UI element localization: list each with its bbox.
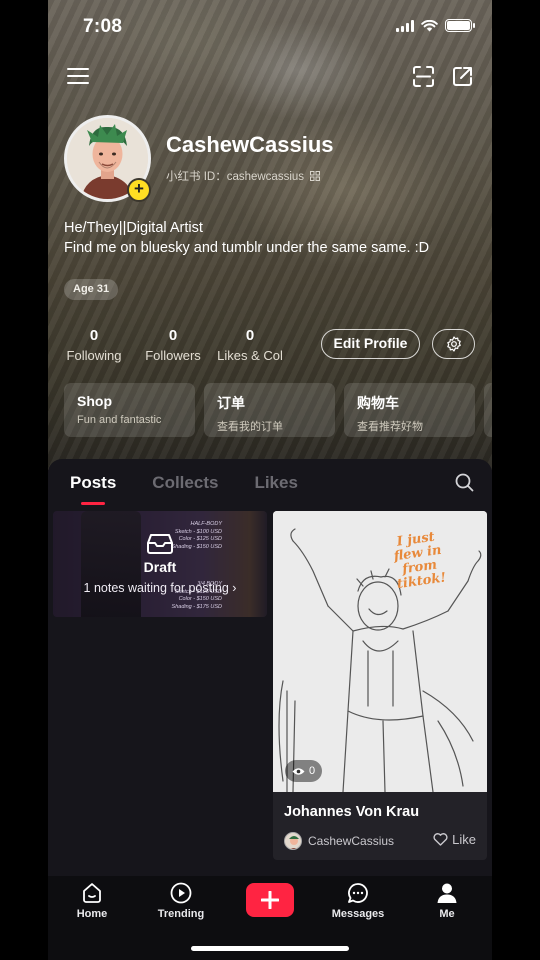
post-card[interactable]: I just flew in from tiktok! 0 Johannes V…	[273, 511, 487, 860]
like-label: Like	[452, 832, 476, 847]
bottom-nav: Home Trending Messages Me	[48, 876, 492, 960]
stat-label: Likes & Col	[217, 348, 283, 363]
status-bar: 7:08	[48, 10, 492, 44]
stat-value: 0	[89, 327, 99, 344]
stat-value: 0	[168, 327, 178, 344]
draft-overlay: Draft 1 notes waiting for posting ›	[53, 511, 267, 617]
tab-posts[interactable]: Posts	[70, 473, 116, 505]
nav-label: Messages	[331, 908, 385, 920]
card-cart[interactable]: 购物车 查看推荐好物	[344, 383, 475, 437]
card-subtitle: 查看推荐好物	[357, 421, 423, 433]
eye-icon	[292, 767, 305, 775]
stat-label: Followers	[145, 348, 201, 363]
chat-icon	[348, 883, 368, 903]
add-avatar-button[interactable]: +	[127, 178, 151, 202]
home-icon	[83, 883, 101, 903]
nav-me[interactable]: Me	[412, 882, 482, 920]
create-post-button[interactable]	[246, 883, 294, 917]
search-button[interactable]	[455, 473, 474, 497]
draft-card[interactable]: HALF-BODY Sketch - $100 USD Color - $125…	[53, 511, 267, 617]
tab-likes[interactable]: Likes	[254, 473, 297, 493]
card-title: 订单	[217, 395, 245, 411]
profile-tabs: Posts Collects Likes	[70, 473, 298, 505]
inbox-icon	[147, 534, 173, 554]
bio: He/They||Digital Artist Find me on blues…	[64, 219, 429, 258]
post-title: Johannes Von Krau	[284, 804, 420, 820]
settings-button[interactable]	[432, 329, 475, 359]
scan-button[interactable]	[411, 64, 435, 88]
phone-screen: 7:08 + CashewCassius 小红书 ID：cashewcassiu…	[48, 0, 492, 960]
author-name: CashewCassius	[308, 834, 395, 848]
nav-label: Home	[76, 908, 108, 920]
username: CashewCassius	[166, 132, 334, 157]
search-icon	[455, 473, 474, 492]
scan-icon	[412, 65, 434, 87]
card-title: Shop	[77, 393, 112, 409]
nav-home[interactable]: Home	[57, 882, 127, 920]
stats-row: 0 Following 0 Followers 0 Likes & Col	[64, 327, 286, 363]
menu-icon	[67, 68, 89, 84]
bio-line: He/They||Digital Artist	[64, 220, 203, 236]
person-icon	[437, 883, 457, 903]
heart-icon	[433, 833, 448, 846]
nav-messages[interactable]: Messages	[323, 882, 393, 920]
card-subtitle: Fun and fantastic	[77, 414, 162, 426]
menu-button[interactable]	[66, 65, 90, 87]
card-orders[interactable]: 订单 查看我的订单	[204, 383, 335, 437]
share-button[interactable]	[450, 64, 474, 88]
stat-label: Following	[66, 348, 122, 363]
stat-likes-collects[interactable]: 0 Likes & Col	[214, 327, 286, 363]
draft-title: Draft	[143, 559, 177, 575]
stat-followers[interactable]: 0 Followers	[143, 327, 203, 363]
status-icons	[396, 19, 475, 32]
bio-line: Find me on bluesky and tumblr under the …	[64, 239, 430, 256]
stat-value: 0	[245, 327, 255, 344]
user-id-text: 小红书 ID：cashewcassius	[166, 171, 305, 183]
chevron-right-icon: ›	[232, 581, 237, 595]
draft-subtitle: 1 notes waiting for posting ›	[83, 581, 237, 595]
gear-icon	[446, 336, 461, 352]
plus-icon	[261, 891, 279, 909]
shortcut-cards: Shop Fun and fantastic 订单 查看我的订单 购物车 查看推…	[64, 383, 492, 437]
share-icon	[452, 66, 472, 86]
view-count-badge: 0	[285, 760, 323, 782]
nav-label: Trending	[157, 908, 205, 920]
tab-collects[interactable]: Collects	[152, 473, 218, 493]
card-subtitle: 查看我的订单	[217, 421, 283, 433]
card-shop[interactable]: Shop Fun and fantastic	[64, 383, 195, 437]
nav-trending[interactable]: Trending	[146, 882, 216, 920]
view-count: 0	[309, 765, 316, 777]
post-author[interactable]: CashewCassius	[284, 832, 394, 850]
card-title: 购物车	[357, 395, 399, 411]
signal-icon	[396, 19, 414, 32]
qr-code-icon[interactable]	[310, 171, 321, 181]
wifi-icon	[421, 19, 438, 31]
post-illustration: I just flew in from tiktok!	[273, 511, 487, 793]
user-id[interactable]: 小红书 ID：cashewcassius	[166, 168, 321, 184]
play-icon	[170, 882, 192, 904]
age-tag: Age 31	[64, 279, 119, 300]
status-time: 7:08	[83, 16, 123, 37]
battery-icon	[445, 19, 475, 32]
post-image: I just flew in from tiktok!	[273, 511, 487, 793]
edit-profile-button[interactable]: Edit Profile	[321, 329, 420, 359]
card-more[interactable]	[484, 383, 492, 437]
like-button[interactable]: Like	[433, 832, 476, 847]
home-indicator[interactable]	[191, 946, 349, 951]
stat-following[interactable]: 0 Following	[64, 327, 124, 363]
nav-label: Me	[439, 908, 455, 920]
author-avatar	[284, 832, 302, 850]
